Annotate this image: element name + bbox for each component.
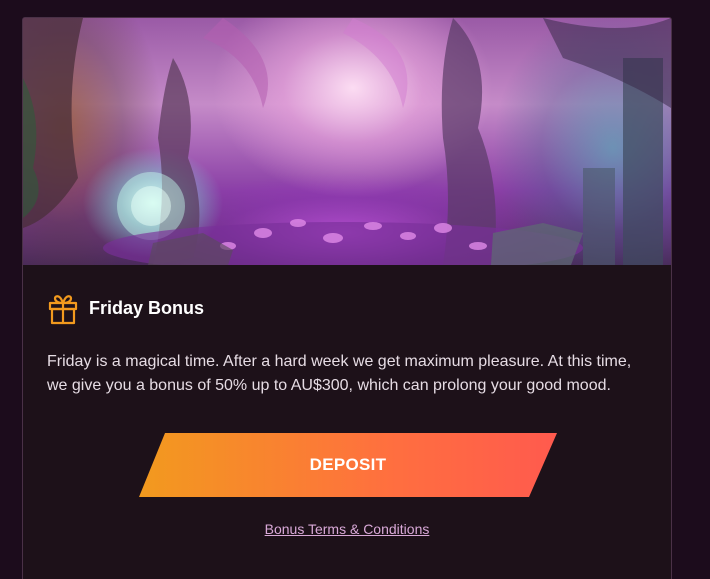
promo-banner-image [23,18,671,265]
terms-link-row: Bonus Terms & Conditions [23,520,671,538]
promo-description: Friday is a magical time. After a hard w… [47,353,632,394]
promo-title: Friday Bonus [89,298,205,318]
bonus-terms-link[interactable]: Bonus Terms & Conditions [265,521,430,537]
banner-artwork [23,18,671,265]
bonus-card: Friday Bonus Friday is a magical time. A… [22,17,672,579]
gift-icon [48,295,78,325]
deposit-button-label: DEPOSIT [309,455,387,474]
deposit-button[interactable]: DEPOSIT [139,433,557,497]
page: Friday Bonus Friday is a magical time. A… [0,0,710,579]
